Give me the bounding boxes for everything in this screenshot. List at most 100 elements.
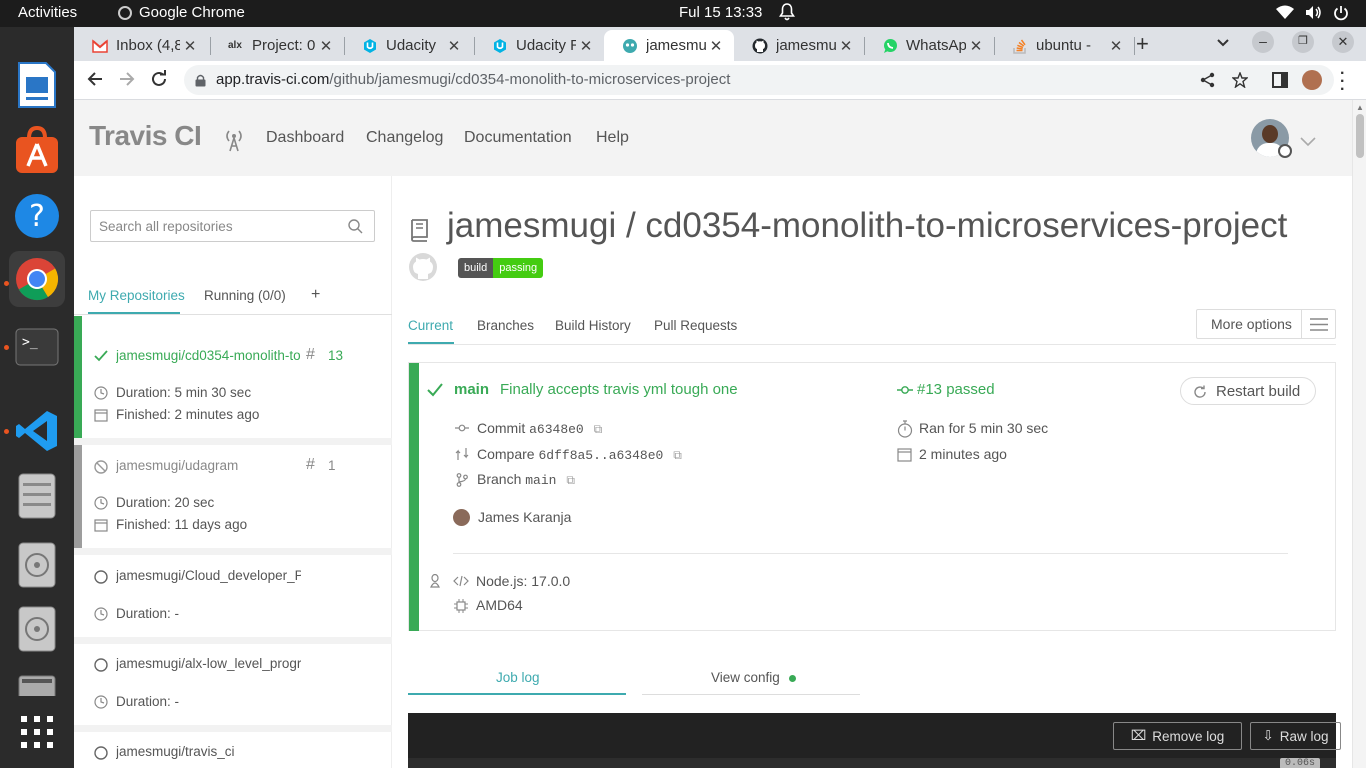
build-number[interactable]: 1: [328, 458, 336, 473]
tab-udacity-review[interactable]: Udacity R ✕: [474, 30, 604, 61]
close-window-button[interactable]: ✕: [1332, 31, 1354, 53]
repo-name-link[interactable]: jamesmugi/Cloud_developer_P: [116, 568, 301, 583]
chrome-menu-icon[interactable]: · · ·: [1340, 66, 1345, 98]
wifi-icon[interactable]: [1276, 5, 1294, 24]
tab-build-history[interactable]: Build History: [555, 318, 631, 333]
reload-icon[interactable]: [150, 70, 168, 93]
bell-icon[interactable]: [779, 3, 795, 25]
clock[interactable]: Ful 15 13:33: [679, 4, 762, 21]
tab-whatsapp[interactable]: WhatsApp ✕: [864, 30, 994, 61]
new-tab-button[interactable]: +: [1136, 31, 1149, 57]
close-tab-icon[interactable]: ✕: [316, 37, 336, 55]
remove-log-button[interactable]: ⌧ Remove log: [1113, 722, 1242, 750]
tab-pull-requests[interactable]: Pull Requests: [654, 318, 737, 333]
repo-card-active[interactable]: jamesmugi/cd0354-monolith-to # 13 Durati…: [74, 316, 392, 438]
repo-card[interactable]: jamesmugi/udagram # 1 Duration: 20 sec F…: [74, 445, 392, 548]
build-status-badge[interactable]: build passing: [458, 258, 544, 278]
scrollbar-thumb[interactable]: [1356, 114, 1364, 158]
volume-icon[interactable]: [1305, 5, 1322, 24]
nav-help[interactable]: Help: [596, 129, 629, 147]
scroll-up-icon[interactable]: ▲: [1356, 103, 1364, 112]
repo-name-link[interactable]: jamesmugi/travis_ci: [116, 744, 301, 759]
tab-github[interactable]: jamesmug ✕: [734, 30, 864, 61]
travis-logo[interactable]: Travis CI: [89, 120, 202, 152]
nav-changelog[interactable]: Changelog: [366, 129, 443, 147]
repo-name-link[interactable]: jamesmugi/alx-low_level_progr: [116, 656, 301, 671]
build-number[interactable]: 13: [328, 348, 343, 363]
repo-name-link[interactable]: jamesmugi/udagram: [116, 458, 301, 473]
close-tab-icon[interactable]: ✕: [1106, 37, 1126, 55]
repo-card[interactable]: jamesmugi/alx-low_level_progr Duration: …: [74, 644, 392, 725]
side-panel-icon[interactable]: [1272, 72, 1288, 93]
tab-job-log[interactable]: Job log: [496, 670, 540, 685]
active-app-name[interactable]: Google Chrome: [139, 4, 245, 21]
search-icon[interactable]: [348, 219, 363, 234]
profile-avatar[interactable]: [1302, 70, 1322, 90]
tab-alx-project[interactable]: alx Project: 0 ✕: [210, 30, 344, 61]
bookmark-star-icon[interactable]: [1232, 72, 1248, 88]
share-icon[interactable]: [1200, 72, 1215, 88]
tab-current[interactable]: Current: [408, 318, 453, 333]
maximize-button[interactable]: ❐: [1292, 31, 1314, 53]
tab-travis-active[interactable]: jamesmug ✕: [604, 30, 734, 61]
external-link-icon[interactable]: ⧉: [566, 473, 575, 487]
drive-app-icon[interactable]: [9, 667, 65, 697]
tab-view-config[interactable]: View config: [711, 670, 796, 685]
tab-search-chevron-icon[interactable]: [1216, 35, 1230, 53]
chrome-dock-icon[interactable]: [9, 251, 65, 307]
build-summary-card: main Finally accepts travis yml tough on…: [408, 362, 1336, 631]
tab-gmail[interactable]: Inbox (4,8 ✕: [74, 30, 208, 61]
restart-build-button[interactable]: Restart build: [1180, 377, 1316, 405]
terminal-app-icon[interactable]: >_: [9, 319, 65, 375]
close-tab-icon[interactable]: ✕: [576, 37, 596, 55]
github-icon[interactable]: [408, 252, 438, 282]
close-tab-icon[interactable]: ✕: [706, 37, 726, 55]
remove-log-label: Remove log: [1152, 728, 1225, 744]
tab-running[interactable]: Running (0/0): [204, 288, 286, 303]
repo-card[interactable]: jamesmugi/travis_ci: [74, 732, 392, 768]
show-apps-icon[interactable]: [9, 704, 65, 760]
close-tab-icon[interactable]: ✕: [180, 37, 200, 55]
help-app-icon[interactable]: ?: [9, 188, 65, 244]
more-options-button[interactable]: More options: [1196, 309, 1336, 339]
build-branch[interactable]: main: [454, 381, 489, 398]
commit-message[interactable]: Finally accepts travis yml tough one: [500, 381, 738, 398]
lock-icon[interactable]: [195, 74, 206, 87]
vscode-app-icon[interactable]: [9, 403, 65, 459]
close-tab-icon[interactable]: ✕: [444, 37, 464, 55]
close-tab-icon[interactable]: ✕: [836, 37, 856, 55]
disc-app-icon[interactable]: [9, 537, 65, 593]
commit-row[interactable]: Commit a6348e0 ⧉: [477, 420, 602, 437]
chevron-down-icon[interactable]: [1300, 134, 1316, 152]
activities-button[interactable]: Activities: [18, 4, 77, 21]
tab-stackoverflow[interactable]: ubuntu - ✕: [994, 30, 1134, 61]
external-link-icon[interactable]: ⧉: [673, 448, 682, 462]
external-link-icon[interactable]: ⧉: [594, 422, 603, 436]
repo-name-link[interactable]: jamesmugi/cd0354-monolith-to: [116, 348, 301, 363]
back-arrow-icon[interactable]: [86, 70, 104, 93]
raw-log-button[interactable]: ⇩ Raw log: [1250, 722, 1341, 750]
page-scrollbar[interactable]: ▲: [1352, 100, 1366, 768]
close-tab-icon[interactable]: ✕: [966, 37, 986, 55]
minimize-button[interactable]: –: [1252, 31, 1274, 53]
address-bar[interactable]: app.travis-ci.com/github/jamesmugi/cd035…: [184, 65, 1334, 95]
disc-app-icon[interactable]: [9, 601, 65, 657]
add-repository-button[interactable]: +: [311, 286, 320, 304]
build-finished-ago: 2 minutes ago: [919, 446, 1007, 462]
search-repositories-input[interactable]: Search all repositories: [90, 210, 375, 242]
broadcast-icon[interactable]: [224, 126, 244, 157]
writer-app-icon[interactable]: [9, 57, 65, 113]
tab-my-repositories[interactable]: My Repositories: [88, 288, 185, 303]
tab-branches[interactable]: Branches: [477, 318, 534, 333]
tab-udacity[interactable]: Udacity ✕: [344, 30, 472, 61]
power-icon[interactable]: [1333, 5, 1349, 25]
nav-dashboard[interactable]: Dashboard: [266, 129, 344, 147]
app-center-icon[interactable]: [9, 122, 65, 178]
files-app-icon[interactable]: [9, 468, 65, 524]
branch-row[interactable]: Branch main ⧉: [477, 471, 575, 488]
build-status-link[interactable]: #13 passed: [917, 381, 995, 398]
nav-documentation[interactable]: Documentation: [464, 129, 572, 147]
compare-row[interactable]: Compare 6dff8a5..a6348e0 ⧉: [477, 446, 682, 463]
forward-arrow-icon[interactable]: [118, 70, 136, 93]
repo-card[interactable]: jamesmugi/Cloud_developer_P Duration: -: [74, 555, 392, 637]
